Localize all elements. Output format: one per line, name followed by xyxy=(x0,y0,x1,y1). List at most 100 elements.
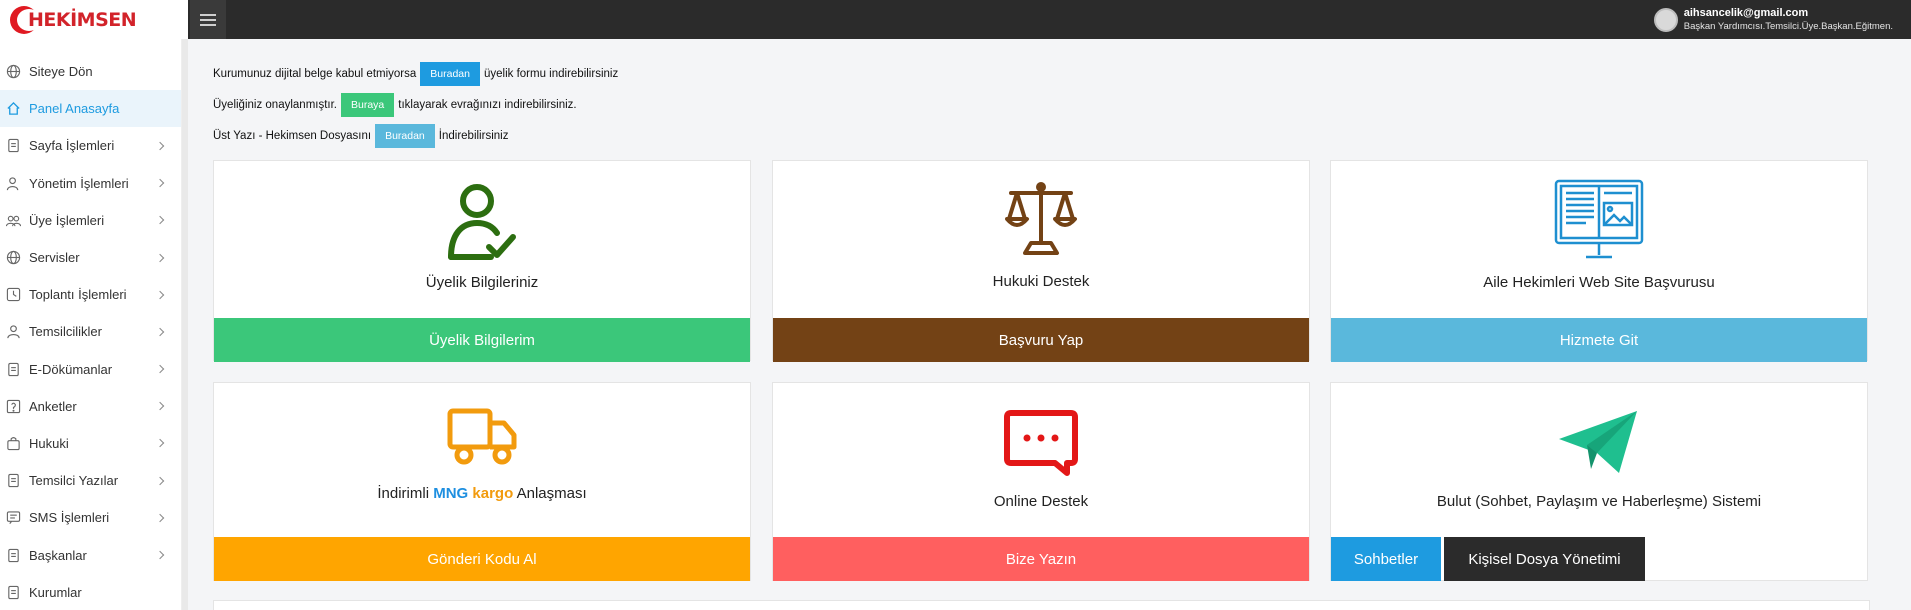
chevron-right-icon xyxy=(155,178,165,188)
users-icon xyxy=(5,213,22,228)
download-document-button[interactable]: Buraya xyxy=(341,92,395,117)
sidebar-item-sms-i-şlemleri[interactable]: SMS İşlemleri xyxy=(0,499,181,536)
truck-icon xyxy=(446,407,518,472)
card-title: İndirimli MNG kargo Anlaşması xyxy=(214,485,750,502)
sidebar-item-sayfa-i-şlemleri[interactable]: Sayfa İşlemleri xyxy=(0,127,181,164)
chevron-right-icon xyxy=(155,476,165,485)
card-title: Aile Hekimleri Web Site Başvurusu xyxy=(1483,274,1715,291)
home-icon xyxy=(6,101,21,116)
download-form-button[interactable]: Buradan xyxy=(420,61,480,86)
sidebar-item-label: Panel Anasayfa xyxy=(29,101,120,117)
card-cloud-system: Bulut (Sohbet, Paylaşım ve Haberleşme) S… xyxy=(1330,382,1868,581)
cargo-title-prefix: İndirimli xyxy=(377,485,430,502)
cargo-title-suffix: Anlaşması xyxy=(516,485,587,502)
notice-text: Üyeliğiniz onaylanmıştır. xyxy=(213,98,337,111)
paper-plane-icon xyxy=(1557,409,1641,482)
sidebar-item-label: Başkanlar xyxy=(29,547,87,563)
sidebar-item-label: Temsilcilikler xyxy=(29,324,102,340)
sidebar-item-temsilcilikler[interactable]: Temsilcilikler xyxy=(0,313,181,350)
logo-text: HEKİMSEN xyxy=(28,8,137,31)
notice-digital-form: Kurumunuz dijital belge kabul etmiyorsa … xyxy=(213,58,1870,89)
notice-text: İndirebilirsiniz xyxy=(438,129,509,142)
document-icon xyxy=(6,138,21,153)
menu-toggle-button[interactable] xyxy=(190,0,226,39)
user-gear-icon xyxy=(6,176,21,191)
chevron-right-icon xyxy=(155,439,165,448)
clock-icon xyxy=(6,287,21,302)
chevron-right-icon xyxy=(155,216,165,225)
get-shipping-code-button[interactable]: Gönderi Kodu Al xyxy=(214,537,750,581)
sidebar-item-hukuki[interactable]: Hukuki xyxy=(0,425,181,462)
user-menu[interactable]: aihsancelik@gmail.com Başkan Yardımcısı.… xyxy=(1653,0,1893,39)
top-bar: HEKİMSEN aihsancelik@gmail.com Başkan Ya… xyxy=(0,0,1911,39)
apply-button[interactable]: Başvuru Yap xyxy=(773,318,1309,362)
sidebar: Siteye Dön Panel Anasayfa Sayfa İşlemleri Y… xyxy=(0,39,182,610)
card-title: Hukuki Destek xyxy=(992,273,1090,290)
card-website-application: Aile Hekimleri Web Site Başvurusu Hizmet… xyxy=(1330,160,1868,362)
chevron-right-icon xyxy=(155,402,165,411)
download-cover-letter-button[interactable]: Buradan xyxy=(375,123,435,148)
chevron-right-icon xyxy=(155,141,165,151)
sidebar-item-siteye-dön[interactable]: Siteye Dön xyxy=(0,53,181,90)
sidebar-scrollbar[interactable] xyxy=(182,39,188,610)
monitor-icon xyxy=(1554,179,1644,268)
question-icon xyxy=(6,399,21,414)
sidebar-item-label: Toplantı İşlemleri xyxy=(29,287,127,303)
sidebar-item-label: SMS İşlemleri xyxy=(29,510,110,526)
message-icon xyxy=(6,510,21,525)
hamburger-icon xyxy=(200,13,216,26)
next-card-strip xyxy=(213,600,1870,610)
card-title: Üyelik Bilgileriniz xyxy=(425,274,539,291)
card-title: Bulut (Sohbet, Paylaşım ve Haberleşme) S… xyxy=(1436,493,1762,510)
document-icon xyxy=(6,548,21,563)
chevron-right-icon xyxy=(155,253,165,262)
globe-icon xyxy=(6,250,21,265)
sidebar-item-yönetim-i-şlemleri[interactable]: Yönetim İşlemleri xyxy=(0,165,181,202)
kargo-brand-text: kargo xyxy=(472,485,514,502)
sidebar-item-servisler[interactable]: Servisler xyxy=(0,239,181,276)
document-icon xyxy=(6,362,21,377)
notice-cover-letter: Üst Yazı - Hekimsen Dosyasını Buradan İn… xyxy=(213,120,1870,151)
card-title: Online Destek xyxy=(993,493,1089,510)
chevron-right-icon xyxy=(155,550,165,560)
user-check-icon xyxy=(447,183,517,266)
sidebar-item-üye-i-şlemleri[interactable]: Üye İşlemleri xyxy=(0,202,181,239)
chevron-right-icon xyxy=(155,513,165,523)
globe-icon xyxy=(6,64,21,79)
write-to-us-button[interactable]: Bize Yazın xyxy=(773,537,1309,581)
go-to-service-button[interactable]: Hizmete Git xyxy=(1331,318,1867,362)
sidebar-item-başkanlar[interactable]: Başkanlar xyxy=(0,536,181,573)
chevron-right-icon xyxy=(155,290,165,299)
scales-icon xyxy=(1005,181,1077,264)
personal-file-management-button[interactable]: Kişisel Dosya Yönetimi xyxy=(1444,537,1645,581)
sidebar-item-label: Sayfa İşlemleri xyxy=(29,138,115,154)
sidebar-item-anketler[interactable]: Anketler xyxy=(0,388,181,425)
bag-icon xyxy=(6,436,21,451)
sidebar-item-label: Hukuki xyxy=(29,435,69,451)
avatar xyxy=(1653,7,1678,32)
notice-text: Üst Yazı - Hekimsen Dosyasını xyxy=(213,129,372,142)
user-email: aihsancelik@gmail.com xyxy=(1683,6,1809,19)
notice-text: üyelik formu indirebilirsiniz xyxy=(483,67,619,80)
sidebar-item-toplantı-i-şlemleri[interactable]: Toplantı İşlemleri xyxy=(0,276,181,313)
sidebar-item-temsilci-yazılar[interactable]: Temsilci Yazılar xyxy=(0,462,181,499)
logo[interactable]: HEKİMSEN xyxy=(0,0,188,39)
chats-button[interactable]: Sohbetler xyxy=(1331,537,1441,581)
sidebar-item-label: Yönetim İşlemleri xyxy=(29,175,129,191)
document-icon xyxy=(6,585,21,600)
sidebar-item-kurumlar[interactable]: Kurumlar xyxy=(0,574,181,610)
sidebar-item-label: Servisler xyxy=(29,250,80,266)
sidebar-item-label: Anketler xyxy=(29,398,77,414)
document-icon xyxy=(6,473,21,488)
sidebar-item-label: Siteye Dön xyxy=(29,64,93,80)
sidebar-item-panel-anasayfa[interactable]: Panel Anasayfa xyxy=(0,90,181,128)
main-content: Kurumunuz dijital belge kabul etmiyorsa … xyxy=(213,58,1870,151)
card-online-support: Online Destek Bize Yazın xyxy=(772,382,1310,581)
user-icon xyxy=(6,324,21,339)
notice-text: Kurumunuz dijital belge kabul etmiyorsa xyxy=(213,67,417,80)
sidebar-item-label: Kurumlar xyxy=(29,584,82,600)
notice-approved: Üyeliğiniz onaylanmıştır. Buraya tıklaya… xyxy=(213,89,1870,120)
card-membership: Üyelik Bilgileriniz Üyelik Bilgilerim xyxy=(213,160,751,362)
sidebar-item-e-dökümanlar[interactable]: E-Dökümanlar xyxy=(0,351,181,388)
membership-info-button[interactable]: Üyelik Bilgilerim xyxy=(214,318,750,362)
